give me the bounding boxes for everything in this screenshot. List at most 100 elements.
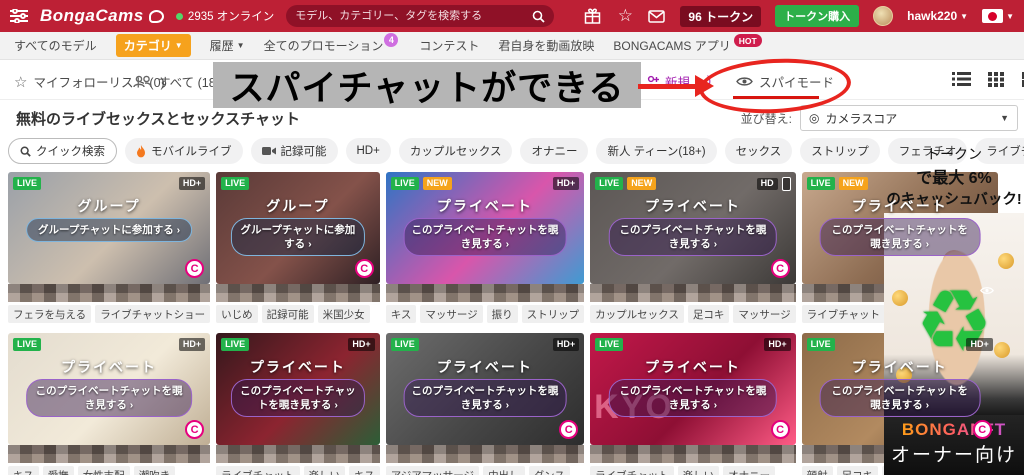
live-badge: LIVE (221, 177, 250, 190)
model-tag[interactable]: マッサージ (420, 305, 483, 323)
join-chat-button[interactable]: このプライベートチャットを覗き見する › (608, 218, 778, 257)
new-badge: NEW (838, 177, 868, 190)
tab-all[interactable]: すべて (187 (133, 72, 223, 91)
model-tag[interactable]: ダンス (528, 466, 570, 475)
list-tabs-row: ☆ マイフォローリスト (0) すべて (187 ) 新規 ) スパイモード ス… (0, 55, 1024, 117)
model-tag[interactable]: 顔射 (801, 466, 833, 475)
model-tag[interactable]: 足コキ (836, 466, 879, 475)
favorites-star-icon[interactable]: ☆ (616, 7, 634, 25)
model-tag[interactable]: キス (385, 305, 417, 323)
model-tag[interactable]: 記録可能 (261, 305, 314, 323)
model-tag[interactable]: キス (349, 466, 380, 475)
cam-card[interactable]: KYOLIVEHD+プライベートこのプライベートチャットを覗き見する ›C ライブ… (590, 333, 796, 475)
model-tag[interactable]: 楽しい (677, 466, 720, 475)
join-chat-button[interactable]: グループチャットに参加する › (230, 218, 365, 257)
cam-thumbnail[interactable]: LIVE NEW HD プライベート このプライベートチャットを覗き見する › C (590, 172, 796, 284)
filter-chip-strip[interactable]: ストリップ (800, 138, 880, 164)
cam-thumbnail[interactable]: KYO LIVE HD+ プライベート このプライベートチャットを覗き見する › C (590, 333, 796, 445)
model-tag[interactable]: マッサージ (733, 305, 796, 323)
quick-search-chip[interactable]: クイック検索 (8, 138, 117, 164)
filter-chip-couple[interactable]: カップルセックス (398, 138, 513, 164)
video-camera-icon (261, 146, 276, 156)
cam-thumbnail[interactable]: LIVE HD+ プライベート このプライベートチャットを覗き見する › C (8, 333, 211, 445)
search-icon[interactable] (532, 10, 545, 23)
nav-history[interactable]: 履歴 ▼ (210, 37, 245, 54)
cam-thumbnail[interactable]: LIVE HD+ プライベート このプライベートチャットを覗き見する › (216, 333, 380, 445)
filter-chip-hd[interactable]: HD+ (345, 138, 391, 164)
model-tag[interactable]: いじめ (216, 305, 258, 323)
join-chat-button[interactable]: このプライベートチャットを覗き見する › (819, 218, 981, 257)
grid-view-icon[interactable] (988, 71, 1005, 87)
cam-card[interactable]: LIVE NEW HD プライベート このプライベートチャットを覗き見する › C カップル… (590, 172, 796, 323)
cam-card[interactable]: LIVE HD+ プライベートこのプライベートチャットを覗き見する › C キス愛撫女性… (8, 333, 211, 475)
filter-chip-new-teen[interactable]: 新人 ティーン(18+) (596, 138, 717, 164)
cam-thumbnail[interactable]: LIVE NEW HD+ プライベート このプライベートチャットを覗き見する › (385, 172, 585, 284)
model-tag[interactable]: 中出し (483, 466, 525, 475)
filter-chips-row: クイック検索 モバイルライブ 記録可能 HD+ カップルセックス オナニー 新人… (0, 136, 1024, 170)
search-bar[interactable] (286, 5, 555, 27)
cam-card[interactable]: LIVE NEW HD+ プライベート このプライベートチャットを覗き見する › キス マッ… (385, 172, 585, 323)
join-chat-button[interactable]: グループチャットに参加する › (26, 218, 192, 243)
model-tag[interactable]: ライブチャットショー (95, 305, 211, 323)
cam-card[interactable]: LIVE HD+ グループ グループチャットに参加する › C フェラを与える ライブチャッ… (8, 172, 211, 323)
filter-chip-solo[interactable]: オナニー (520, 138, 589, 164)
cam-thumbnail[interactable]: LIVE グループ グループチャットに参加する › C (216, 172, 380, 284)
filter-chip-recordable[interactable]: 記録可能 (250, 138, 338, 164)
token-balance-badge[interactable]: 96 トークン (680, 5, 762, 27)
cam-thumbnail[interactable]: LIVE HD+ グループ グループチャットに参加する › C (8, 172, 211, 284)
user-avatar[interactable] (873, 6, 894, 26)
censored-model-name (385, 284, 585, 302)
cam-card[interactable]: LIVE グループ グループチャットに参加する › C いじめ 記録可能 米国少女 (216, 172, 380, 323)
search-input[interactable] (295, 10, 527, 22)
nav-promotions[interactable]: 全てのプロモーション 4 (264, 32, 401, 54)
top-header: BongaCams 2935 オンライン ☆ 96 トークン トークン購入 ha… (0, 0, 1024, 32)
join-chat-button[interactable]: このプライベートチャットを覗き見する › (403, 218, 567, 257)
model-tag[interactable]: 楽しい (303, 466, 345, 475)
list-view-icon[interactable] (952, 71, 971, 87)
model-tag[interactable]: ストリップ (521, 305, 585, 323)
join-chat-button[interactable]: このプライベートチャットを覗き見する › (819, 379, 981, 418)
model-tag[interactable]: カップルセックス (590, 305, 684, 323)
nav-contests[interactable]: コンテスト (419, 37, 479, 54)
censored-model-name (590, 445, 796, 463)
model-tag[interactable]: 女性支配 (77, 466, 130, 475)
filter-sliders-icon[interactable] (10, 9, 28, 23)
bongacams-logo[interactable]: BongaCams (40, 6, 164, 26)
language-selector[interactable]: ▼ (982, 9, 1014, 23)
model-tag[interactable]: ライブチャット (801, 305, 886, 323)
model-tag[interactable]: 愛撫 (42, 466, 74, 475)
messages-envelope-icon[interactable] (648, 9, 666, 23)
cam-thumbnail[interactable]: LIVE HD+ プライベート このプライベートチャットを覗き見する › C (385, 333, 585, 445)
join-chat-button[interactable]: このプライベートチャットを覗き見する › (403, 379, 567, 418)
gift-icon[interactable] (584, 8, 602, 24)
chevron-down-icon: ▼ (236, 41, 245, 50)
model-tag[interactable]: フェラを与える (8, 305, 92, 323)
nav-all-models[interactable]: すべてのモデル (14, 37, 97, 54)
model-tag[interactable]: オナニー (723, 466, 776, 475)
model-tag[interactable]: 振り (486, 305, 518, 323)
filter-chip-sex[interactable]: セックス (724, 138, 793, 164)
nav-broadcast-yourself[interactable]: 君自身を動画放映 (498, 37, 594, 54)
model-tag[interactable]: 潮吹き (133, 466, 176, 475)
join-chat-button[interactable]: このプライベートチャットを覗き見する › (608, 379, 778, 418)
annotation-arrowhead (695, 75, 714, 97)
hd-badge: HD+ (348, 338, 375, 351)
model-tag[interactable]: ライブチャット (216, 466, 300, 475)
cam-card[interactable]: LIVE HD+プライベートこのプライベートチャットを覗き見する › ライブチャット… (216, 333, 380, 475)
filter-chip-mobile-live[interactable]: モバイルライブ (125, 138, 243, 164)
join-chat-button[interactable]: このプライベートチャットを覗き見する › (230, 379, 365, 418)
join-chat-button[interactable]: このプライベートチャットを覗き見する › (26, 379, 192, 418)
model-tag[interactable]: ライブチャット (590, 466, 674, 475)
model-tag[interactable]: 足コキ (687, 305, 730, 323)
cam-card[interactable]: LIVE HD+ プライベートこのプライベートチャットを覗き見する › C アジアマッサ… (385, 333, 585, 475)
sort-select[interactable]: ◎ カメラスコア ▼ (800, 105, 1018, 131)
nav-categories[interactable]: カテゴリ ▼ (115, 34, 191, 57)
username-menu[interactable]: hawk220 ▼ (907, 9, 968, 23)
camera-score-icon: ◎ (809, 111, 820, 125)
model-tag[interactable]: 米国少女 (317, 305, 370, 323)
model-tag[interactable]: キス (8, 466, 39, 475)
buy-tokens-button[interactable]: トークン購入 (775, 5, 860, 27)
model-tag[interactable]: アジアマッサージ (385, 466, 480, 475)
cashback-banner[interactable]: トークン で最大 6% のキャッシュバック! ♻ BONGANFT オーナー向け (884, 136, 1024, 475)
nav-app[interactable]: BONGACAMS アプリ HOT (613, 34, 762, 54)
